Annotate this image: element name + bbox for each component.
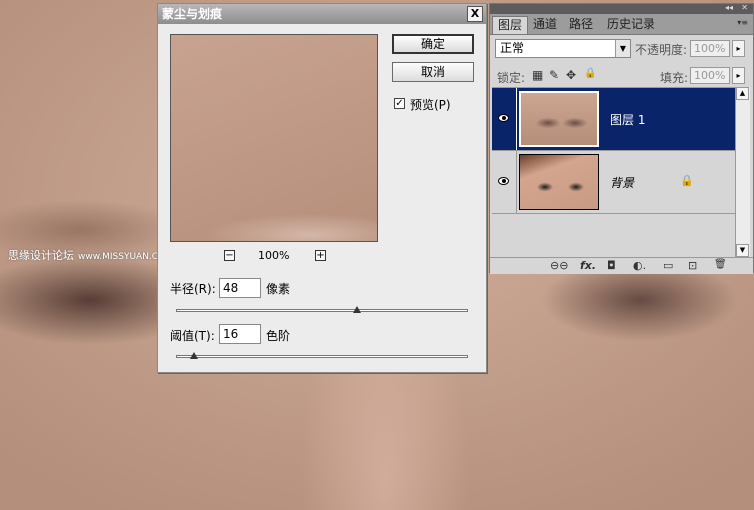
radius-slider-thumb[interactable] [353, 306, 362, 313]
threshold-unit: 色阶 [266, 329, 291, 343]
lock-label: 锁定: [497, 71, 526, 85]
radius-label: 半径(R): [170, 282, 216, 296]
watermark: 思缘设计论坛 www.MISSYUAN.COM [8, 247, 173, 263]
eye-icon [498, 177, 509, 185]
layer-row-background[interactable]: 背景 🔒 [492, 151, 735, 214]
threshold-slider[interactable] [176, 355, 468, 358]
link-icon[interactable]: ⊖⊖ [550, 259, 568, 272]
lock-icon: 🔒 [680, 174, 694, 187]
close-button[interactable]: X [467, 6, 483, 22]
new-layer-icon[interactable]: ⊡ [688, 259, 697, 272]
preview-checkbox[interactable]: ✓ [394, 98, 405, 109]
opacity-input[interactable]: 100% [690, 40, 730, 57]
opacity-arrow-button[interactable]: ▸ [732, 40, 745, 57]
threshold-input[interactable]: 16 [219, 324, 261, 344]
lock-all-icon[interactable]: 🔒 [584, 68, 596, 79]
fill-arrow-button[interactable]: ▸ [732, 67, 745, 84]
close-icon[interactable]: ✕ [741, 3, 748, 12]
radius-input[interactable]: 48 [219, 278, 261, 298]
ok-button[interactable]: 确定 [392, 34, 474, 54]
dialog-title: 蒙尘与划痕 [162, 7, 223, 21]
lock-transparent-icon[interactable]: ▦ [532, 68, 543, 82]
tab-layers[interactable]: 图层 [492, 16, 529, 34]
threshold-label: 阈值(T): [170, 329, 215, 343]
layer-name[interactable]: 图层 1 [610, 111, 645, 128]
visibility-toggle[interactable] [492, 151, 517, 213]
panel-header-bar: ◂◂ ✕ [490, 3, 753, 14]
collapse-icon[interactable]: ◂◂ [725, 3, 733, 12]
trash-icon[interactable]: 🗑 [714, 259, 727, 270]
fx-icon[interactable]: fx. [580, 259, 596, 272]
zoom-out-button[interactable]: − [224, 250, 235, 261]
eye-icon [498, 114, 509, 122]
layer-name[interactable]: 背景 [610, 174, 634, 191]
zoom-in-button[interactable]: + [315, 250, 326, 261]
opacity-label: 不透明度: [635, 43, 688, 57]
cancel-button[interactable]: 取消 [392, 62, 474, 82]
panel-footer: ⊖⊖ fx. ◘ ◐. ▭ ⊡ 🗑 [490, 257, 753, 274]
scroll-up-icon[interactable]: ▲ [736, 87, 749, 100]
blend-mode-value: 正常 [500, 41, 525, 55]
lock-move-icon[interactable]: ✥ [566, 68, 576, 82]
dialog-titlebar[interactable]: 蒙尘与划痕 X [158, 4, 486, 24]
tab-channels[interactable]: 通道 [528, 16, 562, 34]
adjustment-icon[interactable]: ◐. [633, 259, 646, 272]
layer-list-scrollbar[interactable]: ▲ ▼ [735, 87, 750, 257]
filter-preview[interactable] [170, 34, 378, 242]
scroll-down-icon[interactable]: ▼ [736, 244, 749, 257]
lock-brush-icon[interactable]: ✎ [549, 68, 559, 82]
panel-menu-icon[interactable]: ▾≡ [737, 18, 748, 27]
group-icon[interactable]: ▭ [663, 259, 673, 272]
preview-label: 预览(P) [410, 98, 451, 112]
tab-history[interactable]: 历史记录 [602, 16, 660, 34]
layer-list: 图层 1 背景 🔒 [492, 87, 735, 258]
mask-icon[interactable]: ◘ [607, 259, 616, 272]
chevron-down-icon: ▼ [615, 40, 630, 57]
layer-thumbnail [519, 91, 599, 147]
fill-input[interactable]: 100% [690, 67, 730, 84]
dust-and-scratches-dialog: 蒙尘与划痕 X − 100% + 确定 取消 ✓ 预览(P) 半径(R): 48… [157, 3, 487, 373]
layer-thumbnail [519, 154, 599, 210]
radius-unit: 像素 [266, 282, 291, 296]
threshold-slider-thumb[interactable] [189, 352, 198, 359]
panel-tabs: 图层 通道 路径 历史记录 ▾≡ [490, 14, 753, 35]
layers-panel: ◂◂ ✕ 图层 通道 路径 历史记录 ▾≡ 正常 ▼ 不透明度: 100% ▸ … [489, 3, 754, 274]
zoom-level: 100% [258, 249, 290, 262]
tab-paths[interactable]: 路径 [564, 16, 598, 34]
radius-slider[interactable] [176, 309, 468, 312]
watermark-text: 思缘设计论坛 [8, 249, 74, 262]
layer-row-layer-1[interactable]: 图层 1 [492, 88, 735, 151]
fill-label: 填充: [660, 71, 689, 85]
visibility-toggle[interactable] [492, 88, 517, 150]
blend-mode-select[interactable]: 正常 ▼ [495, 39, 631, 58]
